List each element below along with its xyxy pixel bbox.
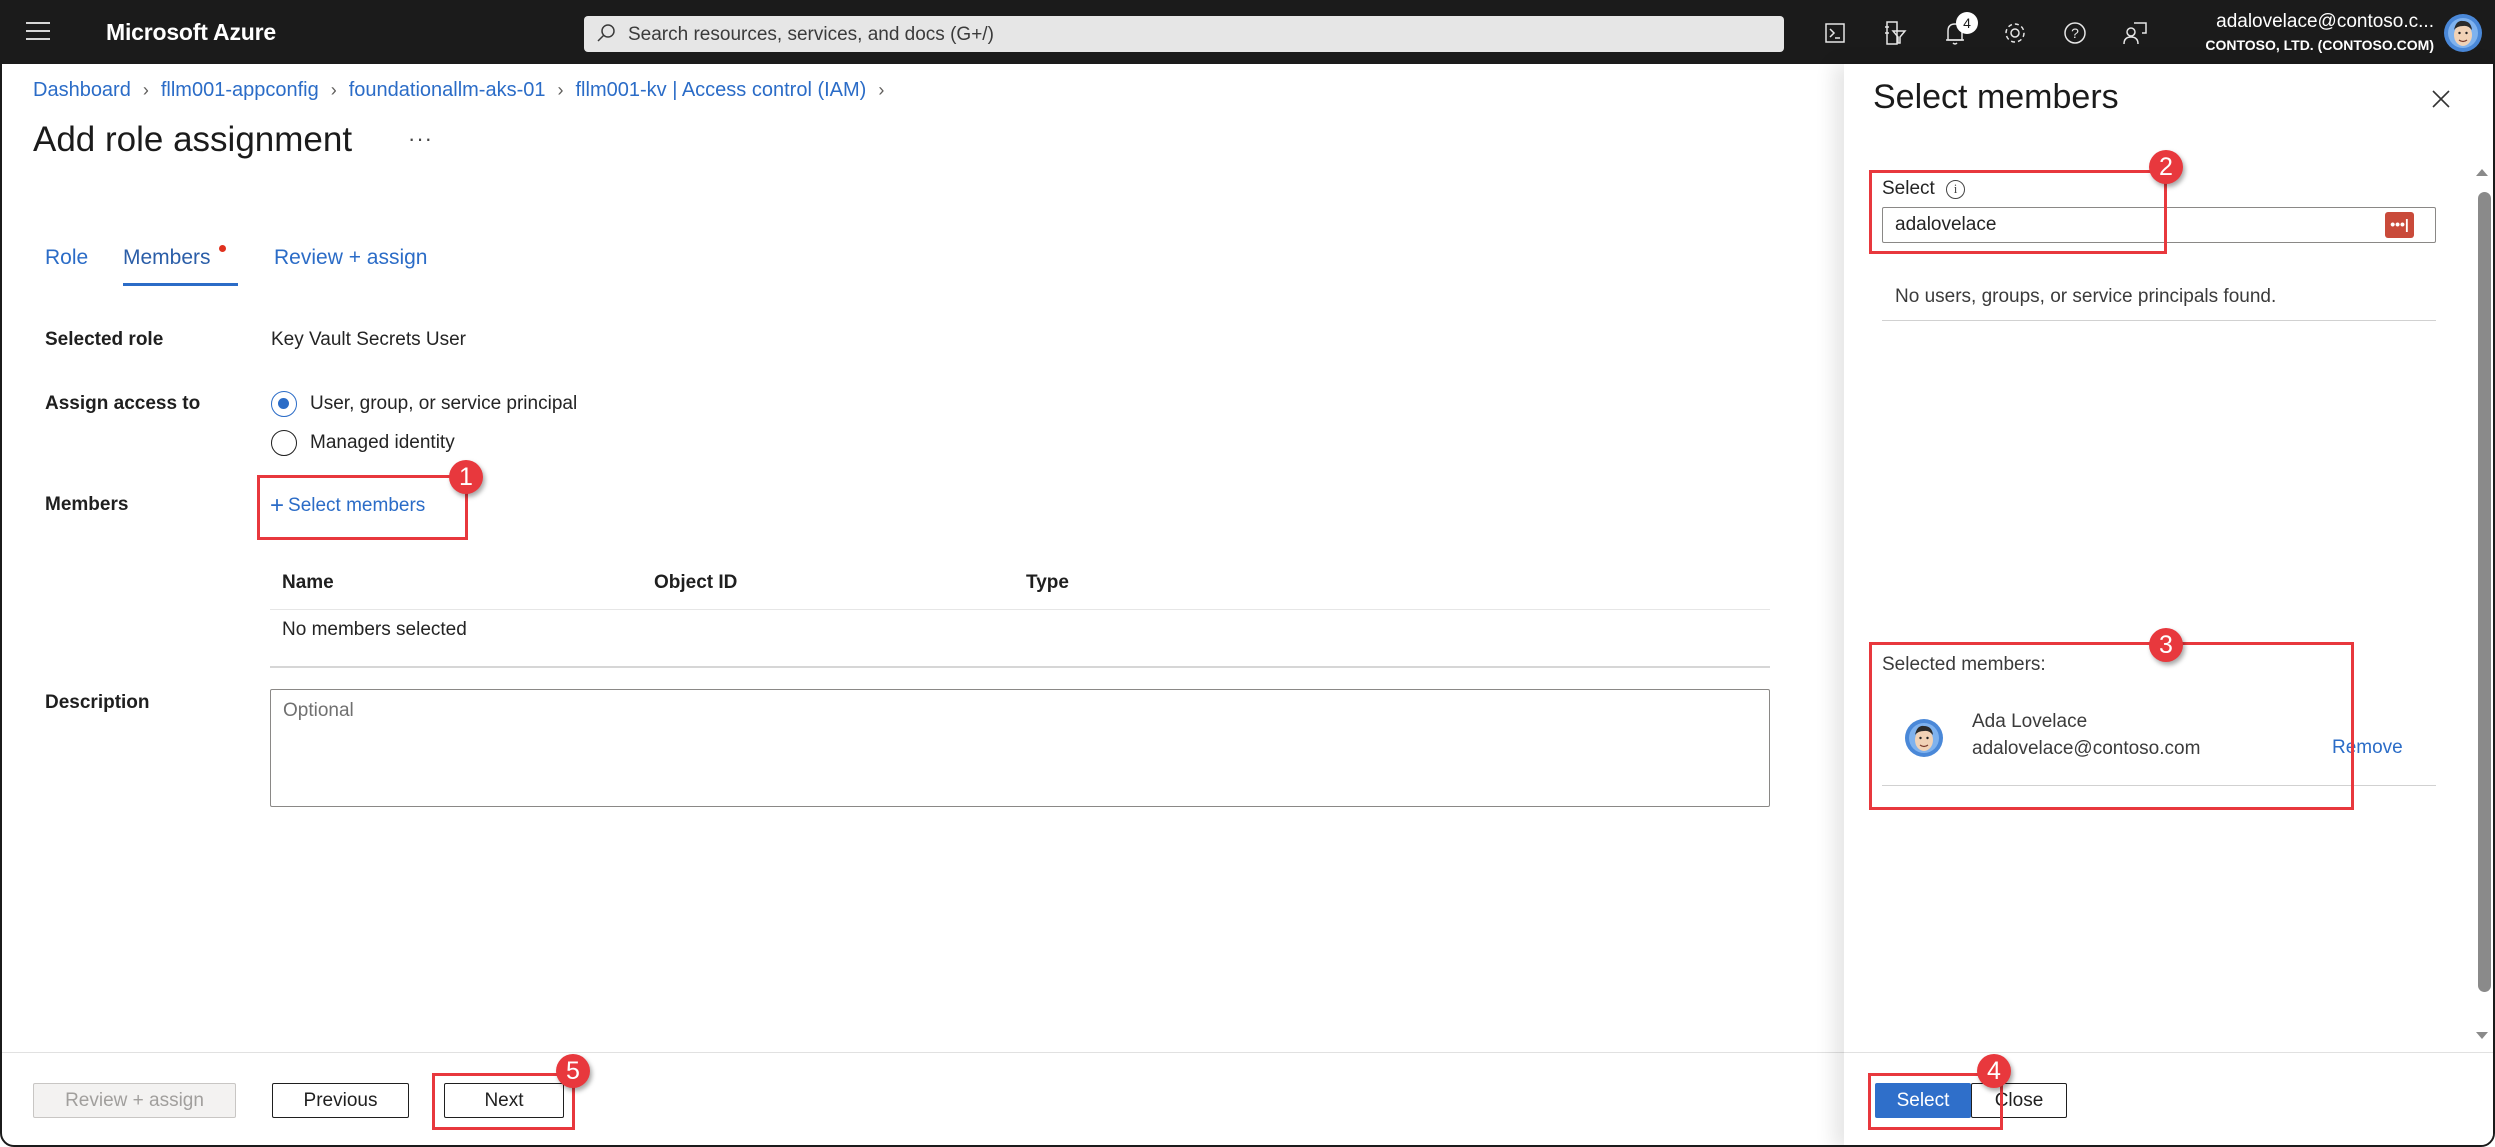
description-label: Description [45, 692, 150, 713]
page-title: Add role assignment [33, 120, 353, 159]
select-button[interactable]: Select [1875, 1083, 1971, 1118]
members-label: Members [45, 494, 129, 515]
directory-filter-icon[interactable] [1878, 16, 1912, 50]
panel-scrollbar-thumb[interactable] [2478, 192, 2491, 992]
no-results-message: No users, groups, or service principals … [1895, 286, 2277, 307]
member-name: Ada Lovelace [1972, 711, 2088, 732]
breadcrumb-item-keyvault-iam[interactable]: fllm001-kv | Access control (IAM) [576, 79, 867, 101]
selected-role-value: Key Vault Secrets User [271, 329, 467, 350]
close-icon[interactable] [2429, 87, 2453, 111]
plus-icon: + [270, 492, 285, 519]
member-email: adalovelace@contoso.com [1972, 738, 2201, 759]
annotation-badge-2: 2 [2149, 150, 2183, 184]
select-members-link[interactable]: + Select members [270, 492, 425, 520]
breadcrumb-item-dashboard[interactable]: Dashboard [33, 79, 131, 101]
results-divider [1882, 320, 2436, 321]
account-email[interactable]: adalovelace@contoso.c... [2002, 11, 2434, 33]
table-divider [270, 666, 1770, 668]
chevron-right-icon: › [557, 80, 564, 100]
chevron-right-icon: › [142, 80, 149, 100]
scroll-up-arrow-icon[interactable] [2476, 169, 2488, 176]
previous-button[interactable]: Previous [272, 1083, 409, 1118]
next-button[interactable]: Next [444, 1083, 564, 1118]
annotation-badge-4: 4 [1977, 1054, 2011, 1088]
member-search-input[interactable] [1882, 207, 2436, 243]
radio-user-group-sp[interactable] [271, 391, 297, 417]
remove-member-link[interactable]: Remove [2332, 737, 2403, 759]
select-members-link-text: Select members [288, 495, 426, 516]
account-avatar[interactable] [2444, 14, 2482, 52]
assign-access-label: Assign access to [45, 393, 201, 414]
chevron-right-icon: › [878, 80, 885, 100]
radio-managed-identity[interactable] [271, 430, 297, 456]
annotation-badge-5: 5 [556, 1054, 590, 1088]
annotation-badge-1: 1 [449, 460, 483, 494]
hamburger-menu-icon[interactable] [26, 20, 52, 42]
close-button[interactable]: Close [1971, 1083, 2067, 1118]
more-options-icon[interactable]: ··· [408, 126, 433, 152]
tab-members[interactable]: Members [123, 246, 211, 270]
radio-managed-identity-label[interactable]: Managed identity [310, 432, 455, 454]
select-field-label: Select [1882, 178, 1935, 199]
annotation-badge-3: 3 [2149, 628, 2183, 662]
breadcrumb-item-aks[interactable]: foundationallm-aks-01 [349, 79, 546, 101]
top-bar: Microsoft Azure Search resources, servic… [2, 2, 2493, 64]
panel-footer-divider [1844, 1052, 2493, 1053]
selected-role-label: Selected role [45, 329, 164, 350]
scroll-down-arrow-icon[interactable] [2476, 1032, 2488, 1039]
azure-portal-window: Microsoft Azure Search resources, servic… [0, 0, 2495, 1147]
chevron-right-icon: › [330, 80, 337, 100]
tab-role[interactable]: Role [45, 246, 88, 270]
footer-divider [2, 1052, 1844, 1053]
radio-user-group-sp-label[interactable]: User, group, or service principal [310, 393, 577, 415]
review-assign-button[interactable]: Review + assign [33, 1083, 236, 1118]
column-header-object-id[interactable]: Object ID [654, 572, 737, 594]
member-divider [1882, 785, 2436, 786]
table-empty-message: No members selected [282, 619, 467, 640]
account-tenant[interactable]: CONTOSO, LTD. (CONTOSO.COM) [2002, 37, 2434, 53]
info-icon[interactable]: i [1946, 180, 1965, 199]
notification-count-badge: 4 [1956, 12, 1978, 34]
password-manager-icon[interactable]: •••| [2385, 212, 2414, 238]
required-indicator-dot [219, 245, 226, 252]
cloud-shell-icon[interactable] [1818, 16, 1852, 50]
breadcrumb-item-appconfig[interactable]: fllm001-appconfig [161, 79, 319, 101]
table-divider [270, 609, 1770, 610]
description-textarea[interactable] [270, 689, 1770, 807]
selected-members-label: Selected members: [1882, 654, 2046, 675]
search-icon [597, 24, 615, 42]
search-placeholder: Search resources, services, and docs (G+… [628, 24, 994, 45]
breadcrumb: Dashboard › fllm001-appconfig › foundational… [33, 79, 896, 102]
global-search-input[interactable]: Search resources, services, and docs (G+… [584, 16, 1784, 52]
active-tab-underline [123, 283, 238, 286]
tab-review-assign[interactable]: Review + assign [274, 246, 428, 270]
member-avatar [1905, 719, 1943, 757]
column-header-type[interactable]: Type [1026, 572, 1069, 594]
column-header-name[interactable]: Name [282, 572, 334, 594]
brand-name[interactable]: Microsoft Azure [106, 19, 276, 46]
panel-title: Select members [1873, 78, 2119, 116]
